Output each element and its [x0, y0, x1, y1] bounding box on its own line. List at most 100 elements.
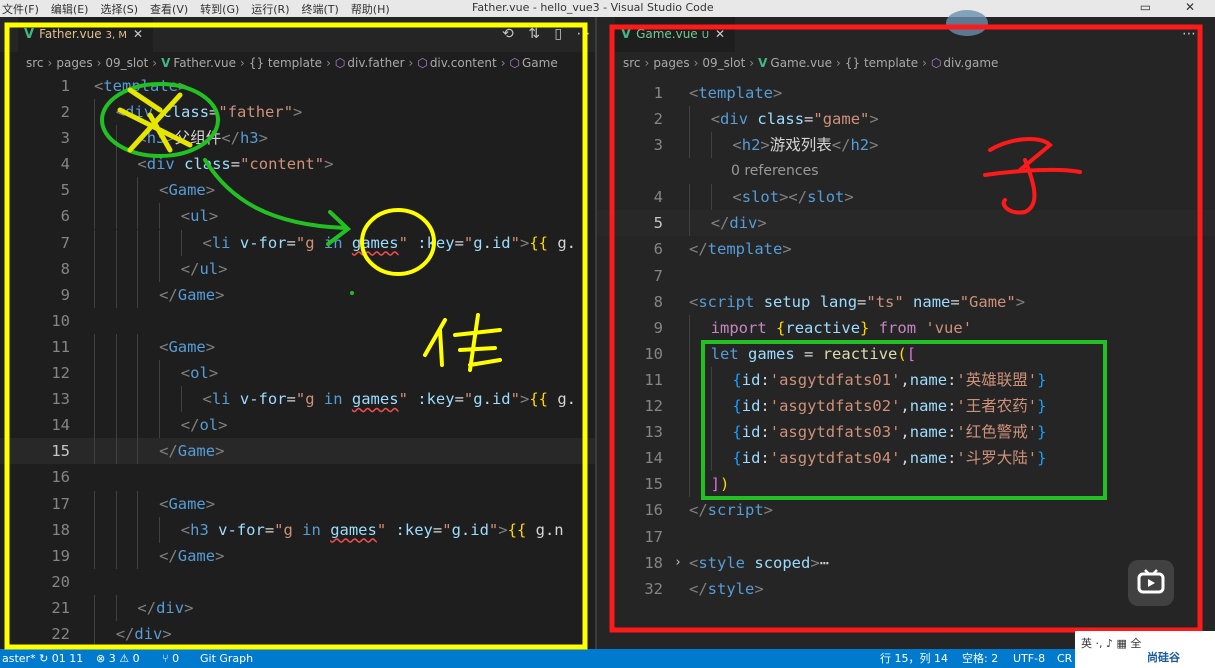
eol-status[interactable]: CR — [1057, 649, 1072, 668]
code-line[interactable]: 8 <script setup lang="ts" name="Game"> — [597, 289, 1215, 315]
menu-item[interactable]: 帮助(H) — [351, 3, 390, 16]
code-token: h2 — [850, 136, 870, 155]
code-line[interactable]: 12 {id:'asgytdfats02',name:'王者农药'} — [597, 393, 1215, 420]
git-branch-status[interactable]: aster* ↻ 01 11 — [2, 649, 83, 668]
timeline-icon[interactable]: ⟲ — [502, 26, 514, 42]
code-line[interactable]: 9 </Game> — [0, 281, 597, 308]
code-line[interactable]: 17 <Game> — [0, 490, 597, 517]
menu-item[interactable]: 转到(G) — [200, 3, 239, 16]
ports-status[interactable]: ⑂ 0 — [162, 649, 179, 668]
indentation-status[interactable]: 空格: 2 — [962, 649, 998, 668]
maximize-button[interactable]: ▭ — [1140, 0, 1151, 14]
code-line[interactable]: 10 let games = reactive([ — [597, 340, 1215, 367]
breadcrumb-item[interactable]: 09_slot — [105, 56, 148, 70]
code-line[interactable]: 3 <h2>游戏列表</h2> — [597, 132, 1215, 159]
code-token: 'vue' — [925, 318, 973, 337]
breadcrumb-item[interactable]: src — [26, 56, 44, 70]
breadcrumb-item[interactable]: div.game — [943, 56, 998, 70]
close-tab-icon[interactable]: ✕ — [133, 27, 143, 41]
code-line[interactable]: 6 </template> — [597, 236, 1215, 262]
code-line[interactable]: 13 {id:'asgytdfats03',name:'红色警戒'} — [597, 419, 1215, 446]
code-line[interactable]: 20 — [0, 569, 597, 595]
code-line[interactable]: 19 </Game> — [0, 542, 597, 569]
close-window-button[interactable]: ✕ — [1185, 0, 1195, 14]
problems-status[interactable]: ⊗ 3 ⚠ 0 — [96, 649, 140, 668]
code-line[interactable]: 2 <div class="father"> — [0, 99, 597, 126]
code-line[interactable]: 5 </div> — [597, 210, 1215, 237]
git-graph-button[interactable]: Git Graph — [200, 649, 253, 668]
breadcrumb-item[interactable]: {} template — [249, 56, 322, 70]
code-line[interactable]: 11 {id:'asgytdfats01',name:'英雄联盟'} — [597, 366, 1215, 393]
code-line[interactable]: 14 </ol> — [0, 412, 597, 439]
menu-item[interactable]: 终端(T) — [302, 3, 339, 16]
code-line[interactable]: 12 <ol> — [0, 360, 597, 387]
code-line[interactable]: 14 {id:'asgytdfats04',name:'斗罗大陆'} — [597, 445, 1215, 472]
breadcrumb-item[interactable]: div.content — [430, 56, 497, 70]
video-play-button[interactable] — [1128, 560, 1174, 606]
fold-chevron-icon[interactable]: › — [674, 550, 682, 576]
code-line[interactable]: 16 </script> — [597, 497, 1215, 523]
breadcrumb-item[interactable]: Game — [522, 56, 558, 70]
breadcrumb-item[interactable]: div.father — [347, 56, 404, 70]
split-editor-icon[interactable]: ▯ — [554, 26, 562, 42]
code-line[interactable]: 7 <li v-for="g in games" :key="g.id">{{ g… — [0, 229, 597, 256]
code-line[interactable]: 18 › <style scoped>⋯ — [597, 550, 1215, 576]
code-token: = — [857, 292, 867, 311]
code-line[interactable]: 11 <Game> — [0, 333, 597, 360]
breadcrumb-item[interactable]: Father.vue — [173, 56, 236, 70]
breadcrumb-item[interactable]: {} template — [845, 56, 918, 70]
code-line[interactable]: 4 <div class="content"> — [0, 151, 597, 178]
code-line[interactable]: 3 <h3>父组件</h3> — [0, 125, 597, 152]
code-line[interactable]: 9 import {reactive} from 'vue' — [597, 314, 1215, 341]
code-line[interactable]: 1 <template> — [597, 80, 1215, 106]
indent-guide — [137, 412, 139, 439]
menu-item[interactable]: 文件(F) — [2, 3, 39, 16]
menu-item[interactable]: 查看(V) — [150, 3, 188, 16]
indent-guide — [689, 366, 690, 393]
compare-changes-icon[interactable]: ⇅ — [528, 26, 540, 42]
tab-game-vue[interactable]: V Game.vue U ✕ — [615, 17, 735, 52]
code-line[interactable]: 22 </div> — [0, 620, 597, 647]
more-actions-icon[interactable]: ⋯ — [577, 26, 591, 42]
code-line[interactable]: 10 — [0, 308, 597, 334]
code-line[interactable]: 7 — [597, 263, 1215, 289]
code-line[interactable]: 15 </Game> — [0, 438, 597, 465]
code-editor[interactable]: 1 <template> 2 <div class="game"> 3 <h2>游戏列表<… — [597, 80, 1215, 602]
code-line[interactable]: 4 <slot></slot> — [597, 184, 1215, 211]
breadcrumb-item[interactable]: src — [623, 56, 641, 70]
more-actions-icon[interactable]: ⋯ — [1182, 26, 1196, 42]
codelens-label[interactable]: 0 references — [731, 158, 819, 184]
codelens-references[interactable]: 0 references — [597, 158, 1215, 184]
code-line[interactable]: 5 <Game> — [0, 177, 597, 204]
code-line[interactable]: 1 <template> — [0, 73, 597, 99]
code-line[interactable]: 8 </ul> — [0, 255, 597, 282]
code-line[interactable]: 16 — [0, 464, 597, 490]
code-token: < — [180, 207, 191, 226]
close-tab-icon[interactable]: ✕ — [715, 27, 725, 41]
tab-status: 3, M — [105, 30, 128, 41]
breadcrumb-item[interactable]: Game.vue — [770, 56, 832, 70]
code-token: ul — [190, 207, 209, 226]
breadcrumb-item[interactable]: pages — [653, 56, 689, 70]
encoding-status[interactable]: UTF-8 — [1013, 649, 1045, 668]
tab-father-vue[interactable]: V Father.vue 3, M ✕ — [18, 17, 153, 52]
menu-item[interactable]: 选择(S) — [100, 3, 138, 16]
menu-item[interactable]: 编辑(E) — [51, 3, 89, 16]
code-line[interactable]: 17 — [597, 524, 1215, 550]
cursor-position[interactable]: 行 15，列 14 — [880, 649, 948, 668]
code-line[interactable]: 2 <div class="game"> — [597, 106, 1215, 133]
breadcrumb-item[interactable]: pages — [56, 56, 92, 70]
code-line[interactable]: 6 <ul> — [0, 203, 597, 230]
code-line[interactable]: 15]) — [597, 471, 1215, 498]
code-line[interactable]: 13 <li v-for="g in games" :key="g.id">{{ … — [0, 386, 597, 413]
code-line[interactable]: 32 </style> — [597, 576, 1215, 602]
code-line[interactable]: 21 </div> — [0, 594, 597, 621]
breadcrumb-item[interactable]: 09_slot — [702, 56, 745, 70]
code-line[interactable]: 18 <h3 v-for="g in games" :key="g.id">{{ … — [0, 516, 597, 543]
code-token: " — [376, 520, 387, 539]
code-token: > — [208, 364, 219, 383]
code-token: style — [698, 553, 746, 572]
code-editor[interactable]: 1 <template> 2 <div class="father"> 3 <h3>父组件… — [0, 73, 597, 647]
menu-item[interactable]: 运行(R) — [251, 3, 289, 16]
